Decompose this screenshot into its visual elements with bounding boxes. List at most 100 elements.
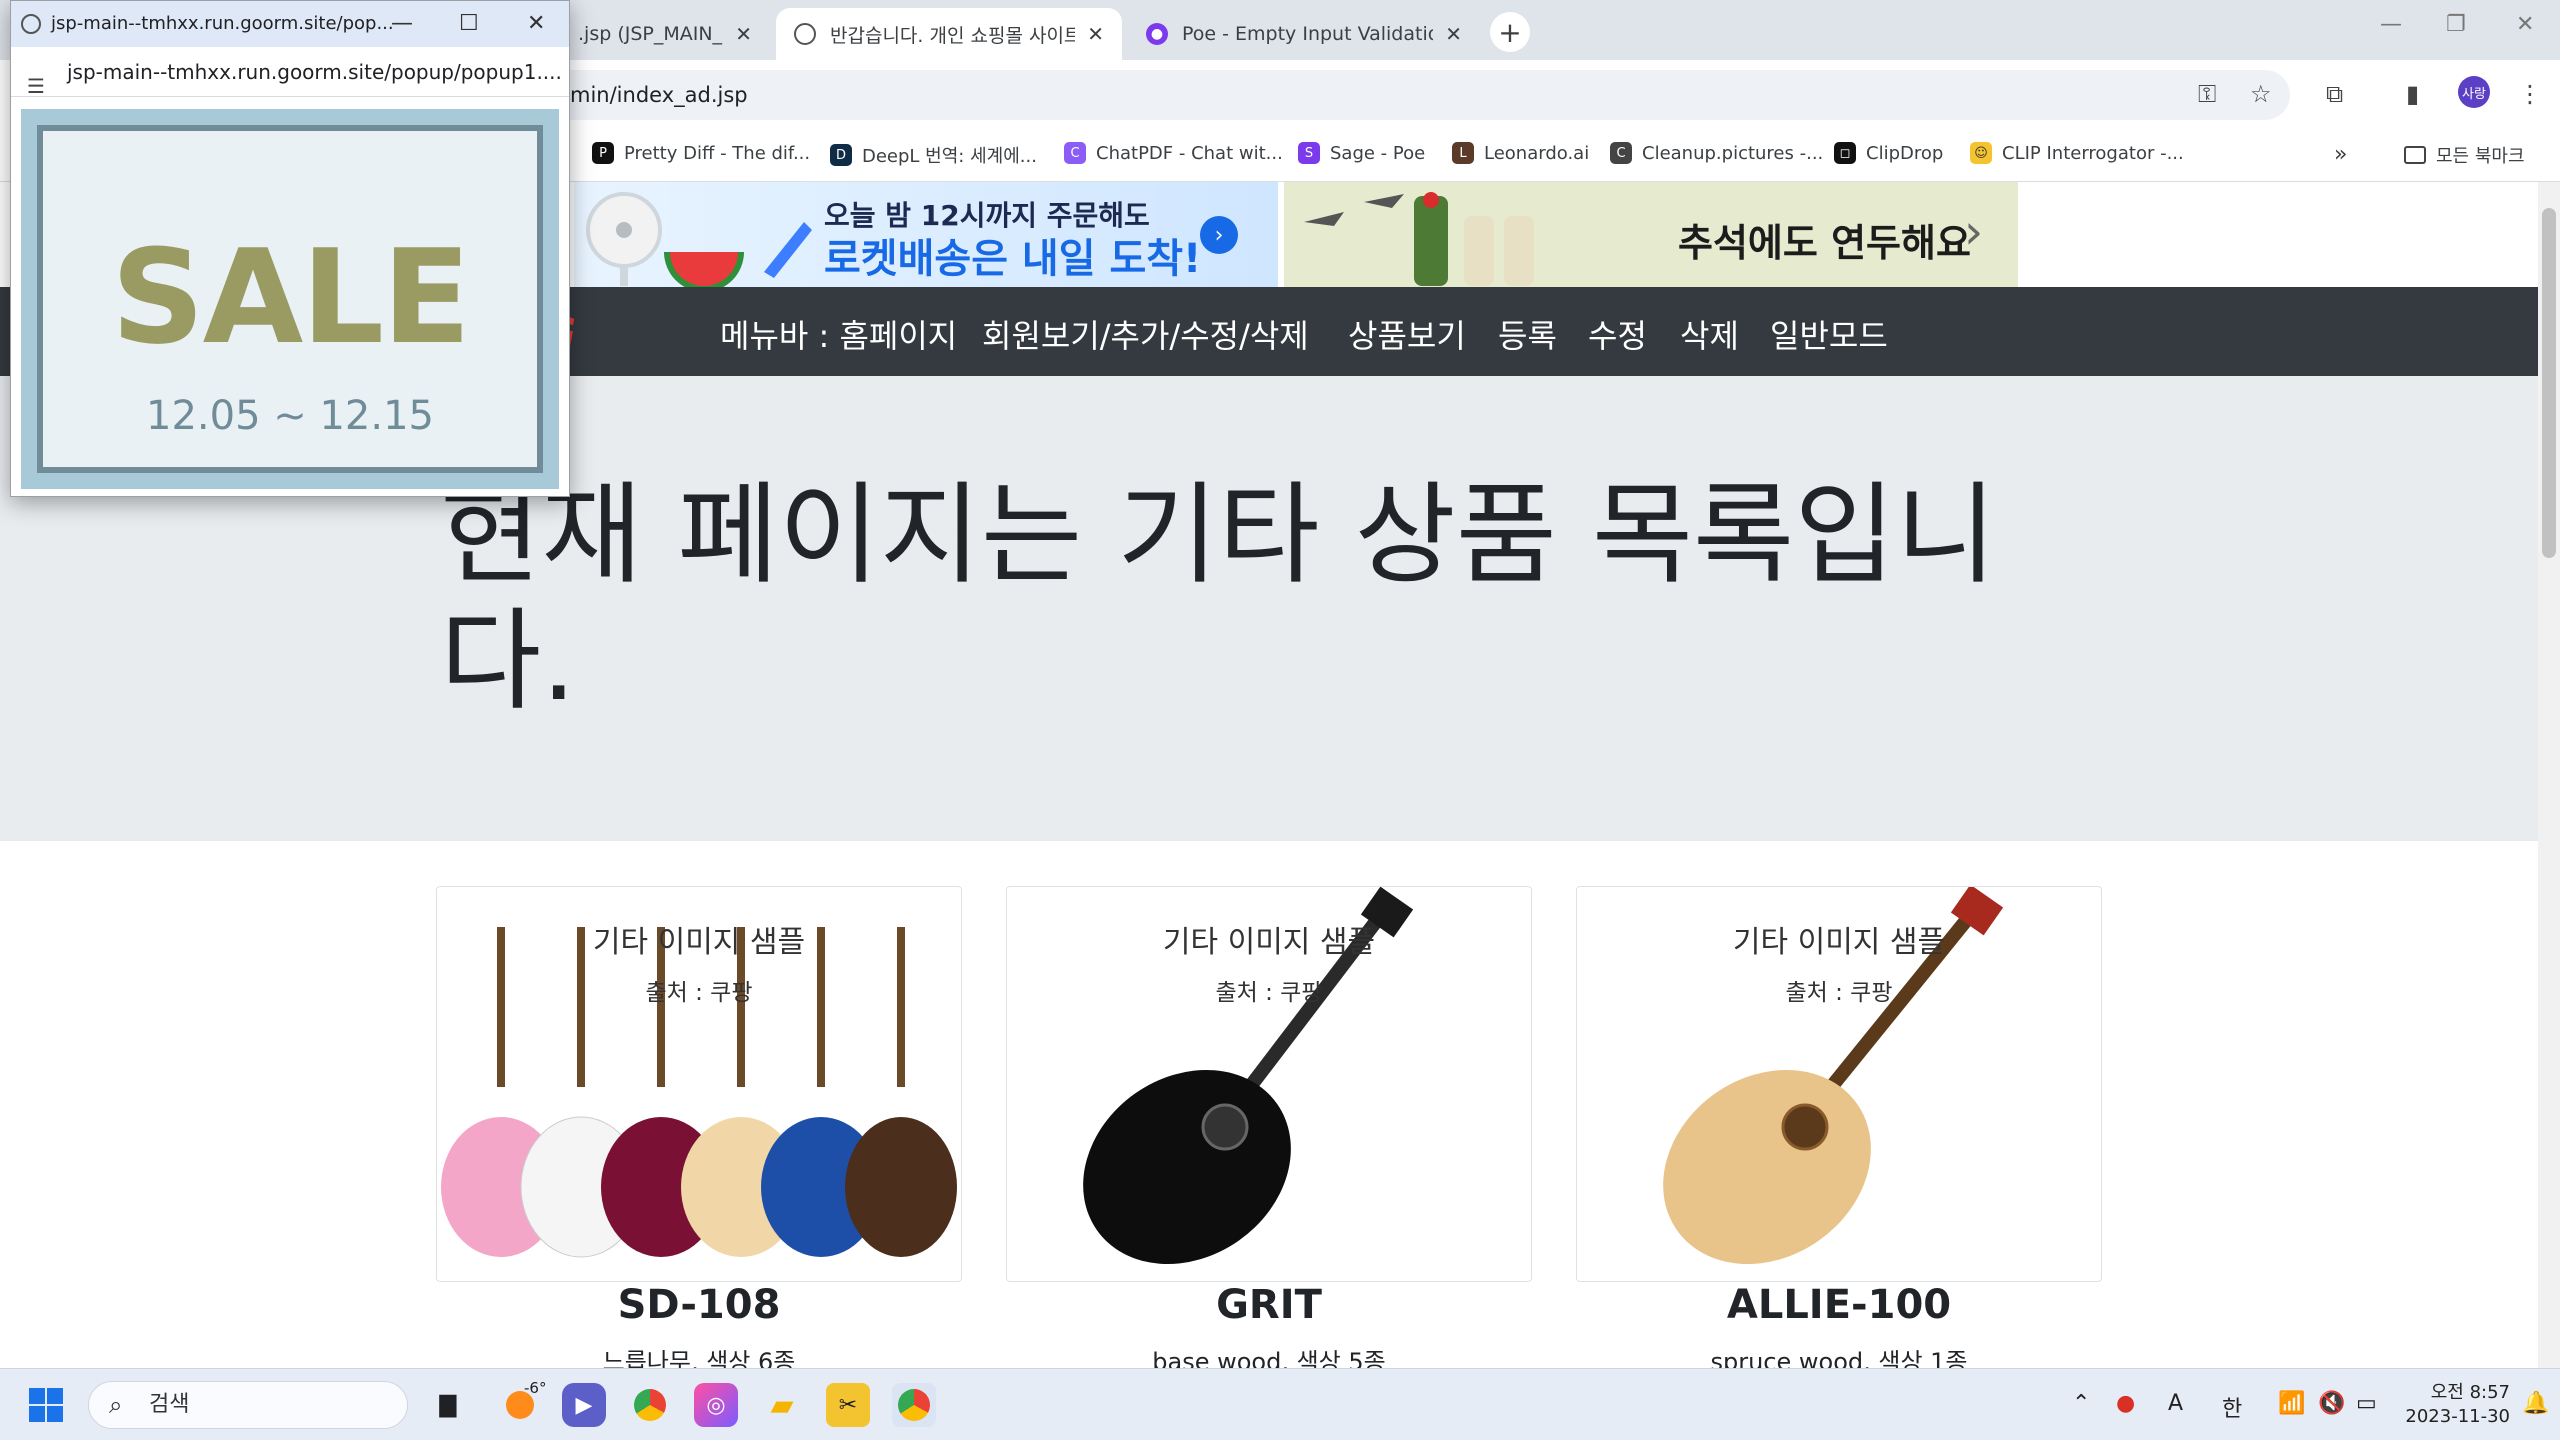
product-card-allie100[interactable]: 기타 이미지 샘플 출처 : 쿠팡 (1576, 886, 2102, 1282)
more-bookmarks-icon[interactable]: » (2334, 142, 2347, 167)
design-app-icon[interactable]: ◎ (694, 1383, 738, 1427)
star-icon[interactable]: ☆ (2250, 80, 2272, 108)
leonardo-icon: L (1452, 142, 1474, 164)
clip-interrogator-icon: ☺ (1970, 142, 1992, 164)
chevron-right-icon[interactable]: › (1964, 204, 1983, 260)
chatpdf-icon: C (1064, 142, 1086, 164)
bookmark-pretty-diff[interactable]: P Pretty Diff - The dif... (592, 142, 810, 164)
chevron-up-icon[interactable]: ⌃ (2072, 1391, 2090, 1416)
task-view-icon[interactable]: ▇ (426, 1383, 470, 1427)
popup-address-bar[interactable]: ☰ jsp-main--tmhxx.run.goorm.site/popup/p… (11, 47, 569, 97)
ime-icon[interactable]: 한 (2222, 1391, 2242, 1423)
banner-line2: 로켓배송은 내일 도착! (824, 236, 1202, 282)
restore-icon[interactable]: ❐ (2446, 12, 2466, 37)
card-title: 기타 이미지 샘플 (592, 925, 806, 960)
close-icon[interactable]: ✕ (1445, 22, 1462, 46)
banner2-text: 추석에도 연두해요 (1678, 221, 1971, 265)
globe-icon (794, 23, 816, 45)
close-icon[interactable]: ✕ (735, 22, 752, 46)
scrollbar-thumb[interactable] (2542, 208, 2556, 558)
popup-window[interactable]: jsp-main--tmhxx.run.goorm.site/pop... — … (10, 0, 570, 497)
windows-start-icon[interactable] (24, 1383, 68, 1427)
extensions-icon[interactable]: ⧉ (2326, 80, 2343, 108)
tab-label: Poe - Empty Input Validation (1182, 23, 1434, 45)
bookmark-leonardo[interactable]: L Leonardo.ai (1452, 142, 1589, 164)
close-icon[interactable]: ✕ (527, 11, 545, 36)
tab-jsp[interactable]: .jsp (JSP_MAIN_20 ✕ (560, 8, 770, 60)
popup-title: jsp-main--tmhxx.run.goorm.site/pop... (51, 13, 394, 34)
tab-label: 반갑습니다. 개인 쇼핑몰 사이트 (830, 24, 1076, 47)
restore-icon[interactable]: ☐ (459, 11, 479, 36)
deepl-icon: D (830, 144, 852, 166)
sale-dates: 12.05 ~ 12.15 (146, 393, 434, 439)
chrome-icon[interactable] (628, 1383, 672, 1427)
key-icon[interactable]: ⚿ (2198, 80, 2216, 108)
product-name: SD-108 (617, 1282, 781, 1328)
site-info-icon[interactable]: ☰ (27, 61, 45, 96)
volume-muted-icon[interactable]: 🔇 (2318, 1391, 2345, 1416)
vpn-icon[interactable]: ● (2116, 1391, 2135, 1416)
bookmark-deepl[interactable]: D DeepL 번역: 세계에... (830, 142, 1037, 168)
nav-edit[interactable]: 수정 (1588, 311, 1647, 357)
tab-shopping[interactable]: 반갑습니다. 개인 쇼핑몰 사이트 ✕ (776, 8, 1122, 60)
card-source: 출처 : 쿠팡 (645, 980, 753, 1006)
close-icon[interactable]: ✕ (1087, 22, 1104, 46)
weather-widget[interactable]: -6° (498, 1379, 546, 1427)
page-scrollbar[interactable] (2538, 182, 2560, 1368)
chrome-profile-icon[interactable] (892, 1383, 936, 1427)
teams-icon[interactable]: ▶ (562, 1383, 606, 1427)
close-window-icon[interactable]: ✕ (2516, 12, 2534, 37)
minimize-icon[interactable]: — (2380, 12, 2402, 37)
nav-normal-mode[interactable]: 일반모드 (1770, 311, 1888, 357)
nav-delete[interactable]: 삭제 (1680, 311, 1739, 357)
product-desc: spruce wood, 색상 1종 (1710, 1348, 1968, 1368)
all-bookmarks[interactable]: 모든 북마크 (2404, 142, 2525, 168)
fan-watermelon-image (586, 192, 812, 287)
battery-icon[interactable]: ▭ (2356, 1391, 2377, 1416)
product-name: ALLIE-100 (1726, 1282, 1952, 1328)
nav-members[interactable]: 회원보기/추가/수정/삭제 (982, 311, 1309, 357)
notification-icon[interactable]: 🔔 (2522, 1391, 2549, 1416)
font-icon[interactable]: A (2168, 1391, 2183, 1416)
profile-avatar[interactable]: 사랑 (2458, 76, 2490, 108)
cleanup-icon: C (1610, 142, 1632, 164)
nav-home[interactable]: 메뉴바 : 홈페이지 (720, 311, 957, 357)
sale-text: SALE (111, 221, 471, 373)
menu-icon[interactable]: ⋮ (2518, 80, 2542, 108)
bookmark-clipdrop[interactable]: ◻ ClipDrop (1834, 142, 1943, 164)
taskbar: ⌕ 검색 ▇ -6° ▶ ◎ ▰ ✂ ⌃ ● A 한 📶 🔇 ▭ 오전 8:57… (0, 1368, 2560, 1440)
globe-icon (21, 14, 41, 34)
product-card-sd108[interactable]: 기타 이미지 샘플 출처 : 쿠팡 (436, 886, 962, 1282)
card-title: 기타 이미지 샘플 (1162, 925, 1376, 960)
bookmark-chatpdf[interactable]: C ChatPDF - Chat wit... (1064, 142, 1283, 164)
chuseok-banner[interactable]: 추석에도 연두해요 › (1284, 182, 2018, 287)
product-desc: 느릅나무, 색상 6종 (602, 1348, 796, 1368)
product-desc: base wood, 색상 5종 (1152, 1348, 1386, 1368)
nav-register[interactable]: 등록 (1498, 311, 1557, 357)
card-source: 출처 : 쿠팡 (1215, 980, 1323, 1006)
chevron-right-icon[interactable]: › (1200, 216, 1238, 254)
taskbar-search[interactable]: ⌕ 검색 (88, 1381, 408, 1429)
sale-banner: SALE 12.05 ~ 12.15 (21, 109, 559, 489)
sale-frame: SALE 12.05 ~ 12.15 (37, 125, 543, 473)
snipping-icon[interactable]: ✂ (826, 1383, 870, 1427)
wifi-icon[interactable]: 📶 (2278, 1391, 2305, 1416)
minimize-icon[interactable]: — (391, 11, 413, 36)
card-title: 기타 이미지 샘플 (1732, 925, 1946, 960)
product-card-grit[interactable]: 기타 이미지 샘플 출처 : 쿠팡 (1006, 886, 1532, 1282)
rocket-delivery-banner[interactable]: 오늘 밤 12시까지 주문해도 로켓배송은 내일 도착! › (574, 182, 1278, 287)
tab-poe[interactable]: ● Poe - Empty Input Validation ✕ (1128, 8, 1480, 60)
card-source: 출처 : 쿠팡 (1785, 980, 1893, 1006)
bookmark-clip-interrogator[interactable]: ☺ CLIP Interrogator -... (1970, 142, 2184, 164)
tea-bottles-image (1304, 192, 1534, 286)
nav-products[interactable]: 상품보기 (1348, 311, 1466, 357)
side-panel-icon[interactable]: ▮ (2406, 80, 2419, 108)
new-tab-button[interactable]: + (1490, 12, 1530, 52)
file-explorer-icon[interactable]: ▰ (760, 1383, 804, 1427)
bookmark-cleanup[interactable]: C Cleanup.pictures -... (1610, 142, 1823, 164)
popup-title-bar: jsp-main--tmhxx.run.goorm.site/pop... (11, 1, 569, 47)
page-heading: 현재 페이지는 기타 상품 목록입니다. (440, 471, 1997, 725)
bookmark-sage[interactable]: S Sage - Poe (1298, 142, 1425, 164)
pretty-diff-icon: P (592, 142, 614, 164)
clock[interactable]: 오전 8:57 2023-11-30 (2390, 1381, 2510, 1429)
